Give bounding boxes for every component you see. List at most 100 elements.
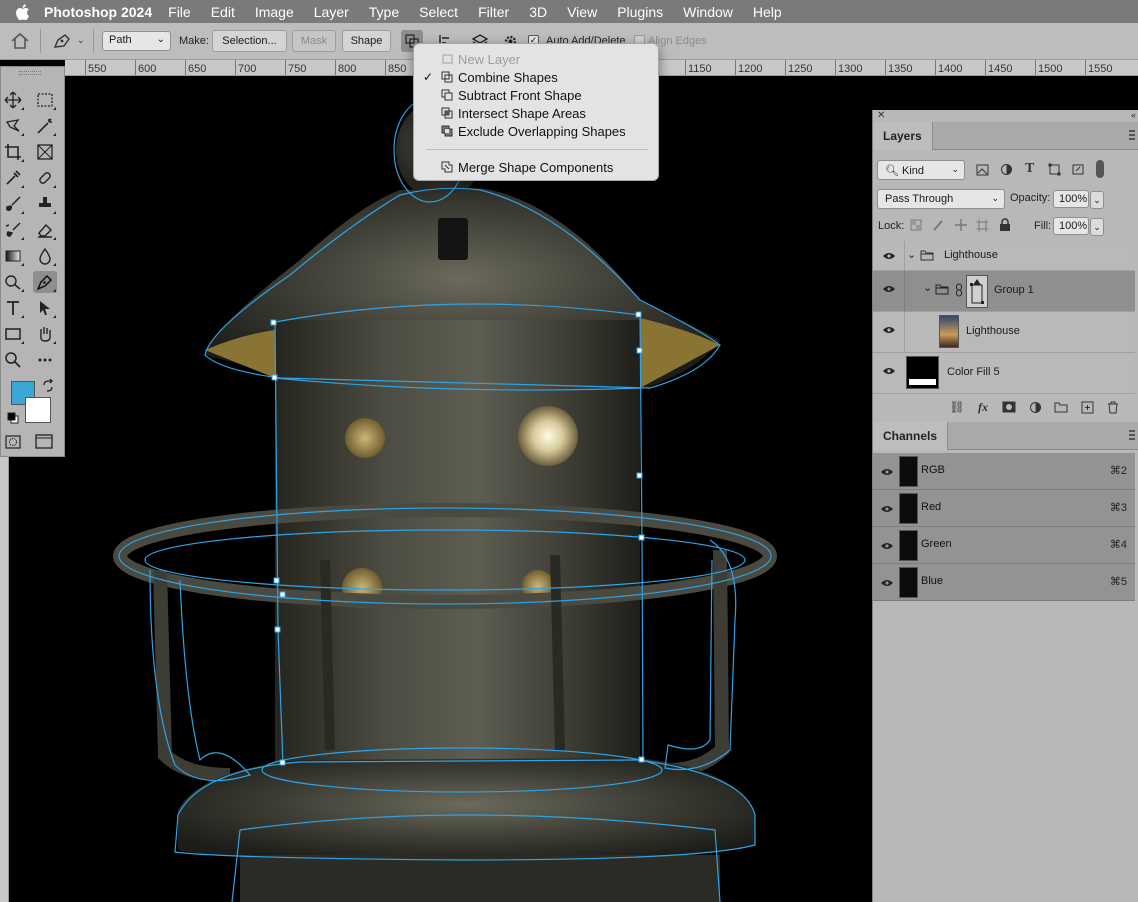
rectangle-tool[interactable] (1, 323, 25, 345)
pen-tool-preset-icon[interactable] (52, 32, 72, 50)
crop-tool[interactable] (1, 141, 25, 163)
lock-position-icon[interactable] (954, 218, 968, 232)
clone-stamp-tool[interactable] (33, 193, 57, 215)
panel-menu-icon[interactable] (1129, 130, 1135, 140)
default-colors-icon[interactable] (7, 412, 19, 424)
chevron-down-icon[interactable]: ⌄ (1090, 218, 1104, 236)
fx-icon[interactable]: fx (975, 399, 991, 415)
eraser-tool[interactable] (33, 219, 57, 241)
make-shape-button[interactable]: Shape (342, 30, 391, 52)
menu-item-new-layer[interactable]: New Layer (414, 50, 658, 68)
visibility-eye-icon[interactable] (880, 504, 894, 514)
magic-wand-tool[interactable] (33, 115, 57, 137)
lasso-tool[interactable] (1, 115, 25, 137)
frame-tool[interactable] (33, 141, 57, 163)
filter-pixel-icon[interactable] (976, 164, 989, 176)
chevron-down-icon[interactable]: ⌄ (923, 281, 932, 294)
menu-view[interactable]: View (567, 4, 597, 20)
chevron-down-icon[interactable]: ⌄ (907, 248, 916, 261)
new-layer-icon[interactable] (1079, 399, 1095, 415)
pen-tool[interactable] (33, 271, 57, 293)
gradient-tool[interactable] (1, 245, 25, 267)
path-selection-tool[interactable] (33, 297, 57, 319)
lock-pixels-icon[interactable] (932, 219, 944, 231)
chevron-down-icon[interactable]: ⌄ (77, 35, 85, 46)
channel-row-green[interactable]: Green ⌘4 (873, 527, 1135, 564)
filter-kind-select[interactable]: 🔍︎ Kind ⌄ (877, 160, 965, 180)
apple-icon[interactable] (14, 3, 30, 21)
screen-mode-icon[interactable] (35, 434, 53, 449)
blend-mode-select[interactable]: Pass Through ⌄ (877, 189, 1005, 209)
make-mask-button[interactable]: Mask (292, 30, 336, 52)
menu-edit[interactable]: Edit (211, 4, 235, 20)
type-tool[interactable] (1, 297, 25, 319)
vertical-ruler[interactable] (0, 457, 9, 902)
filter-shape-icon[interactable] (1048, 163, 1061, 176)
make-selection-button[interactable]: Selection... (212, 30, 287, 52)
adjustment-layer-icon[interactable] (1027, 399, 1043, 415)
menu-filter[interactable]: Filter (478, 4, 509, 20)
tab-channels[interactable]: Channels (873, 422, 949, 450)
visibility-eye-icon[interactable] (882, 284, 896, 294)
dodge-tool[interactable] (1, 271, 25, 293)
hand-tool[interactable] (33, 323, 57, 345)
swap-colors-icon[interactable] (41, 379, 55, 393)
menu-item-intersect-shape-areas[interactable]: Intersect Shape Areas (414, 104, 658, 122)
link-layers-icon[interactable]: ⛓︎ (949, 399, 965, 415)
fill-layer-thumbnail[interactable] (906, 356, 939, 389)
app-name[interactable]: Photoshop 2024 (44, 4, 152, 20)
filter-type-icon[interactable]: T (1025, 161, 1034, 177)
menu-plugins[interactable]: Plugins (617, 4, 663, 20)
lock-artboard-icon[interactable] (976, 219, 989, 232)
quick-mask-icon[interactable] (5, 435, 21, 449)
panel-grip[interactable] (19, 71, 41, 75)
menu-3d[interactable]: 3D (529, 4, 547, 20)
history-brush-tool[interactable] (1, 219, 25, 241)
layer-row-color-fill-5[interactable]: Color Fill 5 (873, 353, 1135, 394)
zoom-tool[interactable] (1, 349, 25, 371)
channel-row-red[interactable]: Red ⌘3 (873, 490, 1135, 527)
background-color-swatch[interactable] (25, 397, 51, 423)
trash-icon[interactable] (1105, 399, 1121, 415)
filter-adjustment-icon[interactable] (1000, 163, 1013, 176)
vector-mask-thumbnail[interactable] (966, 275, 988, 308)
menu-item-subtract-front-shape[interactable]: Subtract Front Shape (414, 86, 658, 104)
blur-tool[interactable] (33, 245, 57, 267)
visibility-eye-icon[interactable] (880, 467, 894, 477)
opacity-input[interactable]: 100% ⌄ (1053, 190, 1104, 209)
menu-help[interactable]: Help (753, 4, 782, 20)
collapse-panel-icon[interactable]: « (1131, 110, 1136, 120)
visibility-eye-icon[interactable] (880, 578, 894, 588)
channel-row-blue[interactable]: Blue ⌘5 (873, 564, 1135, 601)
visibility-eye-icon[interactable] (880, 541, 894, 551)
lock-all-icon[interactable] (999, 218, 1011, 232)
fill-input[interactable]: 100% ⌄ (1053, 217, 1104, 236)
filter-smart-object-icon[interactable] (1072, 163, 1085, 176)
healing-brush-tool[interactable] (33, 167, 57, 189)
visibility-eye-icon[interactable] (882, 325, 896, 335)
tab-layers[interactable]: Layers (873, 122, 933, 150)
home-icon[interactable] (10, 32, 30, 50)
add-mask-icon[interactable] (1001, 399, 1017, 415)
menu-type[interactable]: Type (369, 4, 399, 20)
move-tool[interactable] (1, 89, 25, 111)
layer-thumbnail[interactable] (939, 315, 959, 348)
channel-row-rgb[interactable]: RGB ⌘2 (873, 453, 1135, 490)
menu-layer[interactable]: Layer (314, 4, 349, 20)
menu-select[interactable]: Select (419, 4, 458, 20)
layer-row-lighthouse-group[interactable]: ⌄ Lighthouse (873, 241, 1135, 271)
panel-menu-icon[interactable] (1129, 430, 1135, 440)
chevron-down-icon[interactable]: ⌄ (1090, 191, 1104, 209)
menu-window[interactable]: Window (683, 4, 733, 20)
lock-transparent-icon[interactable] (910, 219, 922, 231)
close-panel-icon[interactable]: ✕ (877, 110, 885, 121)
eyedropper-tool[interactable] (1, 167, 25, 189)
menu-item-exclude-overlapping-shapes[interactable]: Exclude Overlapping Shapes (414, 122, 658, 140)
visibility-eye-icon[interactable] (882, 251, 896, 261)
menu-item-combine-shapes[interactable]: ✓ Combine Shapes (414, 68, 658, 86)
new-group-icon[interactable] (1053, 399, 1069, 415)
layer-row-group-1[interactable]: ⌄ Group 1 (873, 271, 1135, 312)
filter-toggle[interactable] (1096, 160, 1104, 178)
layer-row-lighthouse-image[interactable]: Lighthouse (873, 312, 1135, 353)
visibility-eye-icon[interactable] (882, 366, 896, 376)
